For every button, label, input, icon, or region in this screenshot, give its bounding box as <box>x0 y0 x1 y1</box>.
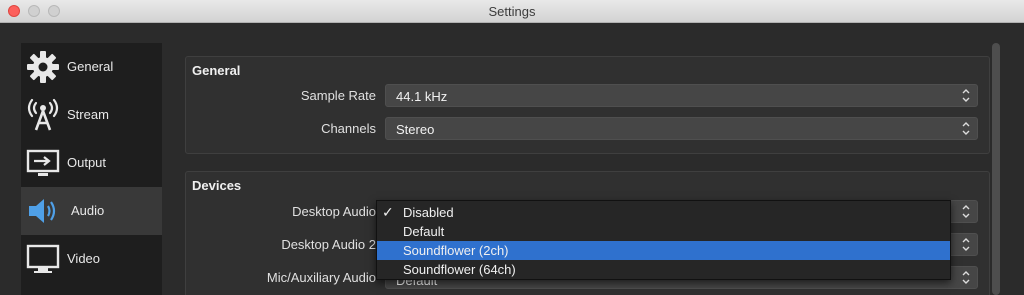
window-title: Settings <box>488 4 536 19</box>
sidebar-item-audio[interactable]: Audio <box>21 187 162 235</box>
dropdown-option-soundflower-64ch[interactable]: Soundflower (64ch) <box>377 260 950 279</box>
dropdown-option-label: Soundflower (2ch) <box>403 243 509 258</box>
dropdown-option-label: Disabled <box>403 205 454 220</box>
settings-content: General Stream Output Audio Video Genera… <box>0 23 1024 295</box>
desktop-audio-2-label: Desktop Audio 2 <box>281 237 376 252</box>
chevron-up-down-icon <box>962 205 970 218</box>
checkmark-icon: ✓ <box>382 204 394 220</box>
sidebar-item-general[interactable]: General <box>21 43 162 91</box>
desktop-audio-label: Desktop Audio <box>292 204 376 219</box>
devices-group-title: Devices <box>192 178 242 193</box>
general-group-title: General <box>192 63 241 78</box>
settings-sidebar: General Stream Output Audio Video <box>21 43 162 295</box>
chevron-up-down-icon <box>962 238 970 251</box>
dropdown-option-disabled[interactable]: ✓ Disabled <box>377 203 950 222</box>
sidebar-item-video[interactable]: Video <box>21 235 162 283</box>
dropdown-option-default[interactable]: Default <box>377 222 950 241</box>
chevron-up-down-icon <box>962 89 970 102</box>
sidebar-item-label: Stream <box>67 107 109 122</box>
mic-aux-audio-label: Mic/Auxiliary Audio <box>266 270 376 285</box>
monitor-icon <box>26 244 60 273</box>
output-monitor-icon <box>26 149 60 176</box>
settings-scrollbar[interactable] <box>991 43 1001 295</box>
window-titlebar: Settings <box>0 0 1024 23</box>
sidebar-item-label: Audio <box>71 203 105 218</box>
channels-select[interactable]: Stereo <box>385 117 978 140</box>
sample-rate-select[interactable]: 44.1 kHz <box>385 84 978 107</box>
chevron-up-down-icon <box>962 122 970 135</box>
channels-value: Stereo <box>396 122 435 137</box>
dropdown-option-soundflower-2ch[interactable]: Soundflower (2ch) <box>377 241 950 260</box>
dropdown-option-label: Default <box>403 224 445 239</box>
dropdown-option-label: Soundflower (64ch) <box>403 262 516 277</box>
sample-rate-value: 44.1 kHz <box>396 89 448 104</box>
speaker-icon <box>29 199 56 223</box>
scrollbar-thumb[interactable] <box>992 43 1000 295</box>
sidebar-item-label: Video <box>67 251 101 266</box>
broadcast-tower-icon <box>27 98 59 131</box>
chevron-up-down-icon <box>962 271 970 284</box>
sidebar-item-output[interactable]: Output <box>21 139 162 187</box>
desktop-audio-dropdown-menu: ✓ Disabled Default Soundflower (2ch) Sou… <box>376 200 951 280</box>
sidebar-item-stream[interactable]: Stream <box>21 91 162 139</box>
sidebar-item-label: Output <box>67 155 107 170</box>
sample-rate-label: Sample Rate <box>300 88 376 103</box>
sidebar-item-label: General <box>67 59 114 74</box>
channels-label: Channels <box>321 121 376 136</box>
gear-icon <box>27 51 59 83</box>
